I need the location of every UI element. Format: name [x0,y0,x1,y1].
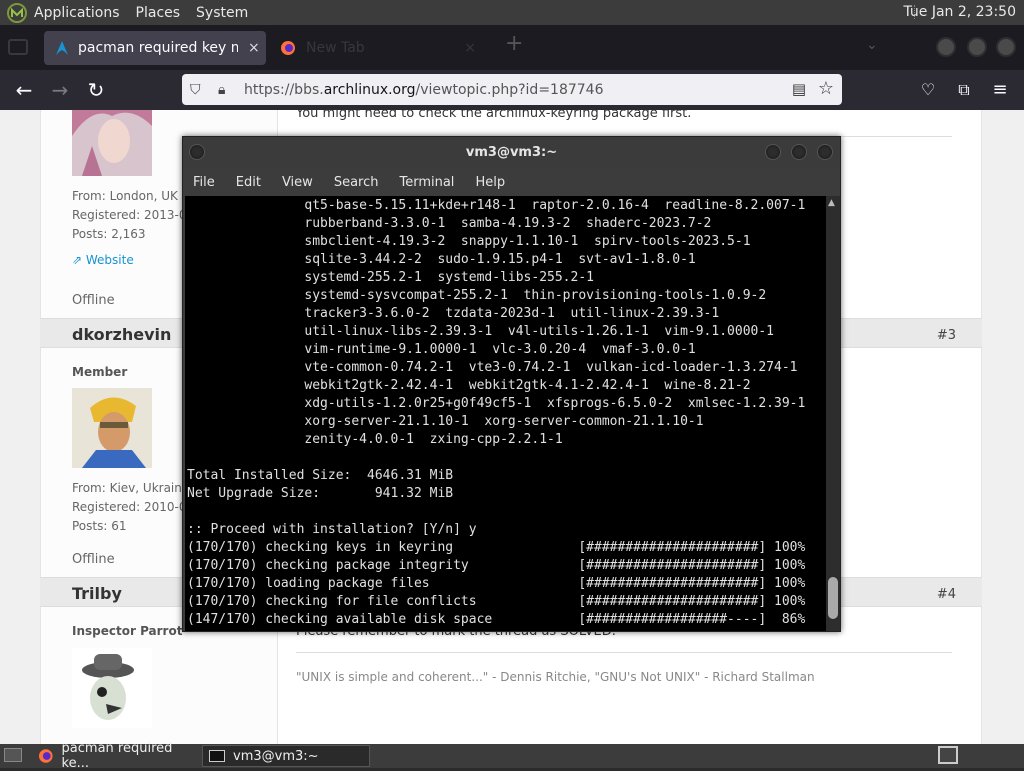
terminal-text: qt5-base-5.15.11+kde+r148-1 raptor-2.0.1… [187,198,806,627]
user-rank: Inspector Parrot [72,624,183,638]
show-desktop-icon[interactable] [4,748,22,762]
maximize-window-icon[interactable] [967,37,987,57]
taskbar-item-firefox[interactable]: pacman required ke... [32,741,200,771]
terminal-window[interactable]: vm3@vm3:~ File Edit View Search Terminal… [182,136,841,632]
taskbar-item-terminal[interactable]: vm3@vm3:~ [202,745,370,767]
taskbar-item-label: pacman required ke... [61,741,173,771]
author-from: From: Kiev, Ukraine [72,481,190,495]
terminal-menubar: File Edit View Search Terminal Help [183,169,840,196]
tab-close-icon[interactable]: × [464,40,476,56]
applications-menu[interactable]: Applications [34,5,120,21]
avatar [72,388,152,468]
taskbar-item-label: vm3@vm3:~ [233,748,319,764]
close-window-icon[interactable] [996,37,1016,57]
divider [296,652,952,653]
terminal-output[interactable]: qt5-base-5.15.11+kde+r148-1 raptor-2.0.1… [185,196,827,631]
author-registered: Registered: 2010-04 [72,500,195,514]
clock[interactable]: Tue Jan 2, 23:50 [903,4,1016,20]
author-from: From: London, UK [72,189,178,203]
taskbar: pacman required ke... vm3@vm3:~ [0,741,1024,771]
menu-search[interactable]: Search [334,175,379,190]
author-posts: Posts: 2,163 [72,227,146,241]
bookmark-star-icon[interactable]: ☆ [818,78,834,99]
avatar [72,648,152,728]
url-text[interactable]: https://bbs.archlinux.org/viewtopic.php?… [244,82,604,98]
forward-icon[interactable]: → [48,78,72,102]
new-tab-button[interactable]: + [505,31,523,56]
author-posts: Posts: 61 [72,519,127,533]
username[interactable]: dkorzhevin [72,325,171,344]
reload-icon[interactable]: ↻ [84,78,108,102]
firefox-icon [38,749,53,763]
external-link-icon: ⇗ [72,253,83,267]
workspace-switcher[interactable] [938,746,958,764]
pocket-icon[interactable]: ♡ [916,78,940,102]
menu-terminal[interactable]: Terminal [399,175,454,190]
post-number[interactable]: #3 [937,328,956,343]
minimize-window-icon[interactable] [936,37,956,57]
tab-new-tab[interactable]: New Tab × [270,31,486,65]
menu-file[interactable]: File [193,175,215,190]
user-rank: Member [72,365,128,379]
tab-title: New Tab [306,40,365,56]
window-menu-icon[interactable] [189,144,205,160]
archlinux-icon [56,41,68,55]
minimize-window-icon[interactable] [765,144,781,160]
mate-logo-icon[interactable] [6,2,28,24]
back-icon[interactable]: ← [12,78,36,102]
tab-pacman[interactable]: pacman required key missin × [44,31,266,65]
tracking-protection-icon[interactable]: ⛉ [190,82,206,98]
top-panel: Applications Places System Tue Jan 2, 23… [0,0,1024,25]
close-window-icon[interactable] [817,144,833,160]
browser-tab-strip: pacman required key missin × New Tab × +… [0,25,1024,70]
maximize-window-icon[interactable] [791,144,807,160]
scrollbar-thumb[interactable] [828,577,838,619]
list-tabs-icon[interactable]: ⌄ [866,37,878,53]
url-bar[interactable]: ⛉ 🔒︎ https://bbs.archlinux.org/viewtopic… [182,74,842,105]
terminal-icon [209,750,225,762]
reader-view-icon[interactable]: ▤ [792,80,806,98]
scroll-up-icon[interactable]: ▲ [828,198,835,208]
firefox-icon [281,41,295,55]
extensions-icon[interactable]: ⧉ [952,78,976,102]
menu-view[interactable]: View [282,175,313,190]
lock-icon[interactable]: 🔒︎ [218,82,232,98]
browser-nav-bar: ← → ↻ ⛉ 🔒︎ https://bbs.archlinux.org/vie… [0,70,1024,110]
post-text: You might need to check the archlinux-ke… [296,110,692,121]
terminal-scrollbar[interactable]: ▲ [826,196,840,631]
avatar [72,110,152,176]
tab-overview-icon[interactable] [8,39,28,55]
terminal-titlebar[interactable]: vm3@vm3:~ [183,137,840,169]
website-link[interactable]: ⇗ Website [72,253,134,267]
menu-help[interactable]: Help [475,175,505,190]
signature: "UNIX is simple and coherent..." - Denni… [296,670,815,684]
tab-title: pacman required key missin [78,40,238,56]
places-menu[interactable]: Places [136,5,181,21]
tab-close-icon[interactable]: × [248,40,260,56]
menu-icon[interactable]: ≡ [988,78,1012,102]
terminal-title: vm3@vm3:~ [465,145,558,160]
post-number[interactable]: #4 [937,587,956,602]
author-status: Offline [72,552,115,567]
system-menu[interactable]: System [196,5,248,21]
author-registered: Registered: 2013-06 [72,208,195,222]
menu-edit[interactable]: Edit [236,175,261,190]
author-status: Offline [72,293,115,308]
username[interactable]: Trilby [72,584,122,603]
